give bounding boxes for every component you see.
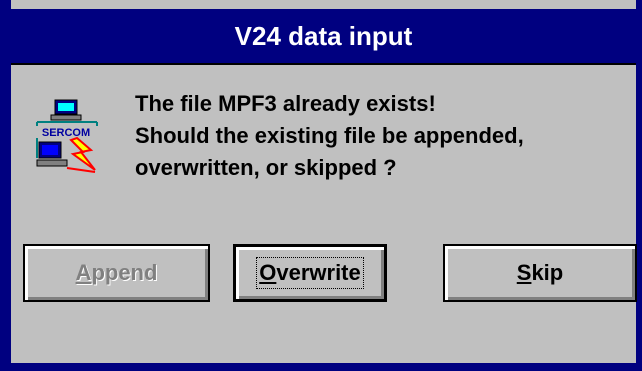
overwrite-button-label: Overwrite bbox=[256, 257, 364, 289]
title-bar[interactable]: V24 data input bbox=[11, 9, 636, 63]
window-frame-right bbox=[636, 0, 642, 371]
dialog-window: V24 data input SERCOM The file MPF3 alre… bbox=[0, 0, 642, 371]
message-line-2: Should the existing file be appended, bbox=[135, 123, 524, 148]
append-button[interactable]: Append bbox=[23, 244, 210, 302]
sercom-icon: SERCOM bbox=[33, 98, 101, 178]
message-text: The file MPF3 already exists! Should the… bbox=[135, 88, 615, 184]
window-frame-left bbox=[0, 0, 11, 371]
window-frame-bottom bbox=[0, 363, 642, 371]
message-line-1: The file MPF3 already exists! bbox=[135, 91, 436, 116]
append-button-label: Append bbox=[75, 260, 158, 285]
sercom-icon-label: SERCOM bbox=[42, 127, 90, 139]
title-divider bbox=[11, 63, 636, 65]
window-title: V24 data input bbox=[234, 21, 413, 51]
overwrite-button[interactable]: Overwrite bbox=[233, 244, 387, 302]
message-line-3: overwritten, or skipped ? bbox=[135, 155, 397, 180]
skip-button[interactable]: Skip bbox=[443, 244, 637, 302]
skip-button-label: Skip bbox=[516, 260, 564, 285]
